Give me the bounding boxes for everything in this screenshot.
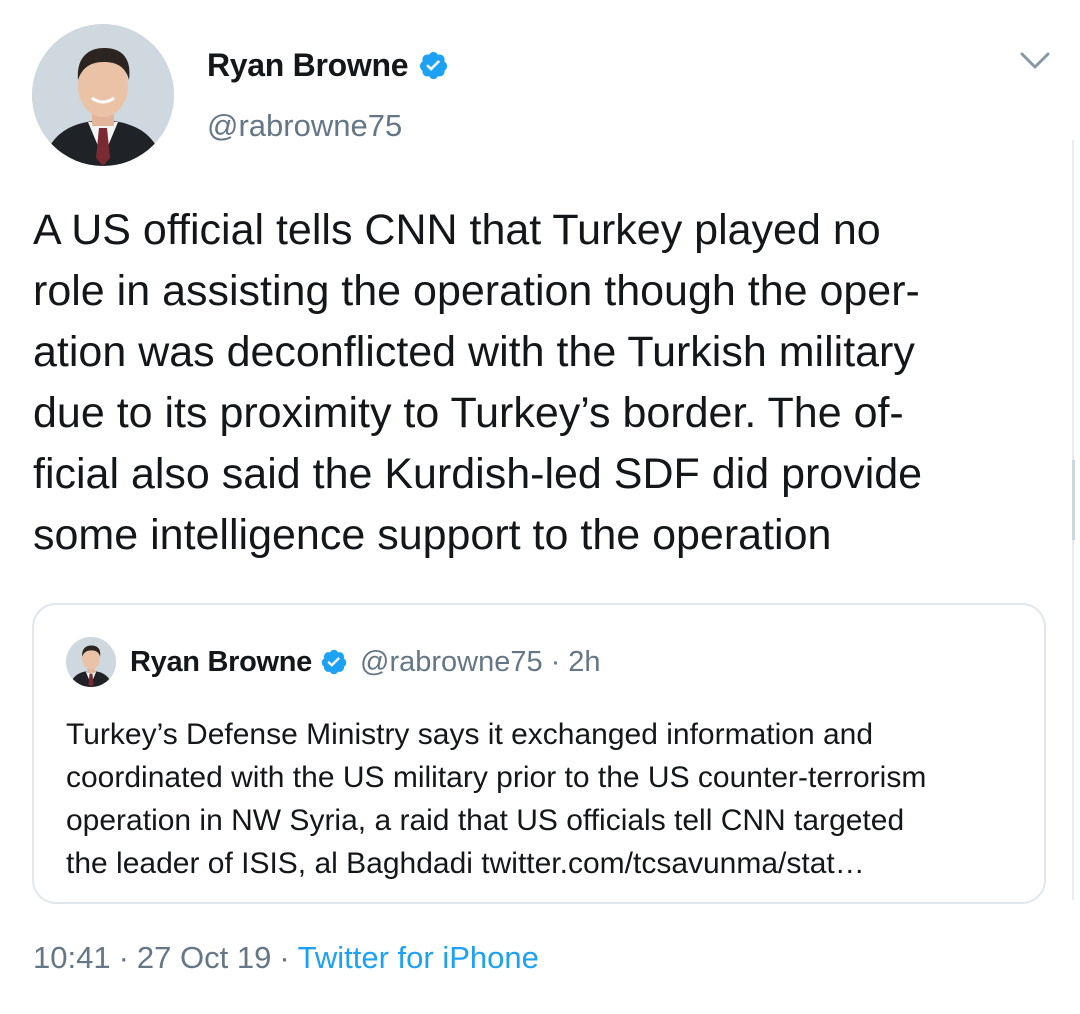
quoted-display-name: Ryan Browne (130, 645, 313, 678)
author-display-name[interactable]: Ryan Browne (207, 47, 408, 84)
quoted-tweet-card[interactable]: Ryan Browne @rabrowne75 · 2h Turkey’s De… (32, 603, 1046, 904)
scrollbar-thumb[interactable] (1072, 460, 1080, 540)
avatar[interactable] (32, 24, 174, 166)
verified-badge-icon (320, 648, 348, 676)
quoted-timestamp: 2h (568, 645, 601, 678)
avatar-image (32, 24, 174, 166)
tweet-text: A US official tells CNN that Turkey play… (33, 206, 923, 559)
quoted-avatar (66, 637, 116, 687)
metadata-separator: · (279, 940, 290, 975)
quoted-separator: · (550, 645, 561, 678)
verified-badge-icon (418, 50, 449, 81)
quoted-tweet-header: Ryan Browne @rabrowne75 · 2h (66, 635, 601, 689)
chevron-down-icon[interactable] (1018, 48, 1052, 74)
tweet-source-link[interactable]: Twitter for iPhone (298, 940, 539, 976)
tweet-date: 27 Oct 19 (136, 940, 272, 975)
metadata-separator: · (118, 940, 129, 975)
tweet-metadata: 10:41 · 27 Oct 19 · Twitter for iPhone (33, 940, 539, 976)
tweet-time: 10:41 (33, 940, 111, 975)
quoted-handle: @rabrowne75 (360, 645, 543, 678)
author-name-row[interactable]: Ryan Browne (207, 44, 449, 86)
quoted-tweet-text: Turkey’s Defense Ministry says it exchan… (66, 718, 927, 880)
author-handle[interactable]: @rabrowne75 (207, 108, 402, 144)
